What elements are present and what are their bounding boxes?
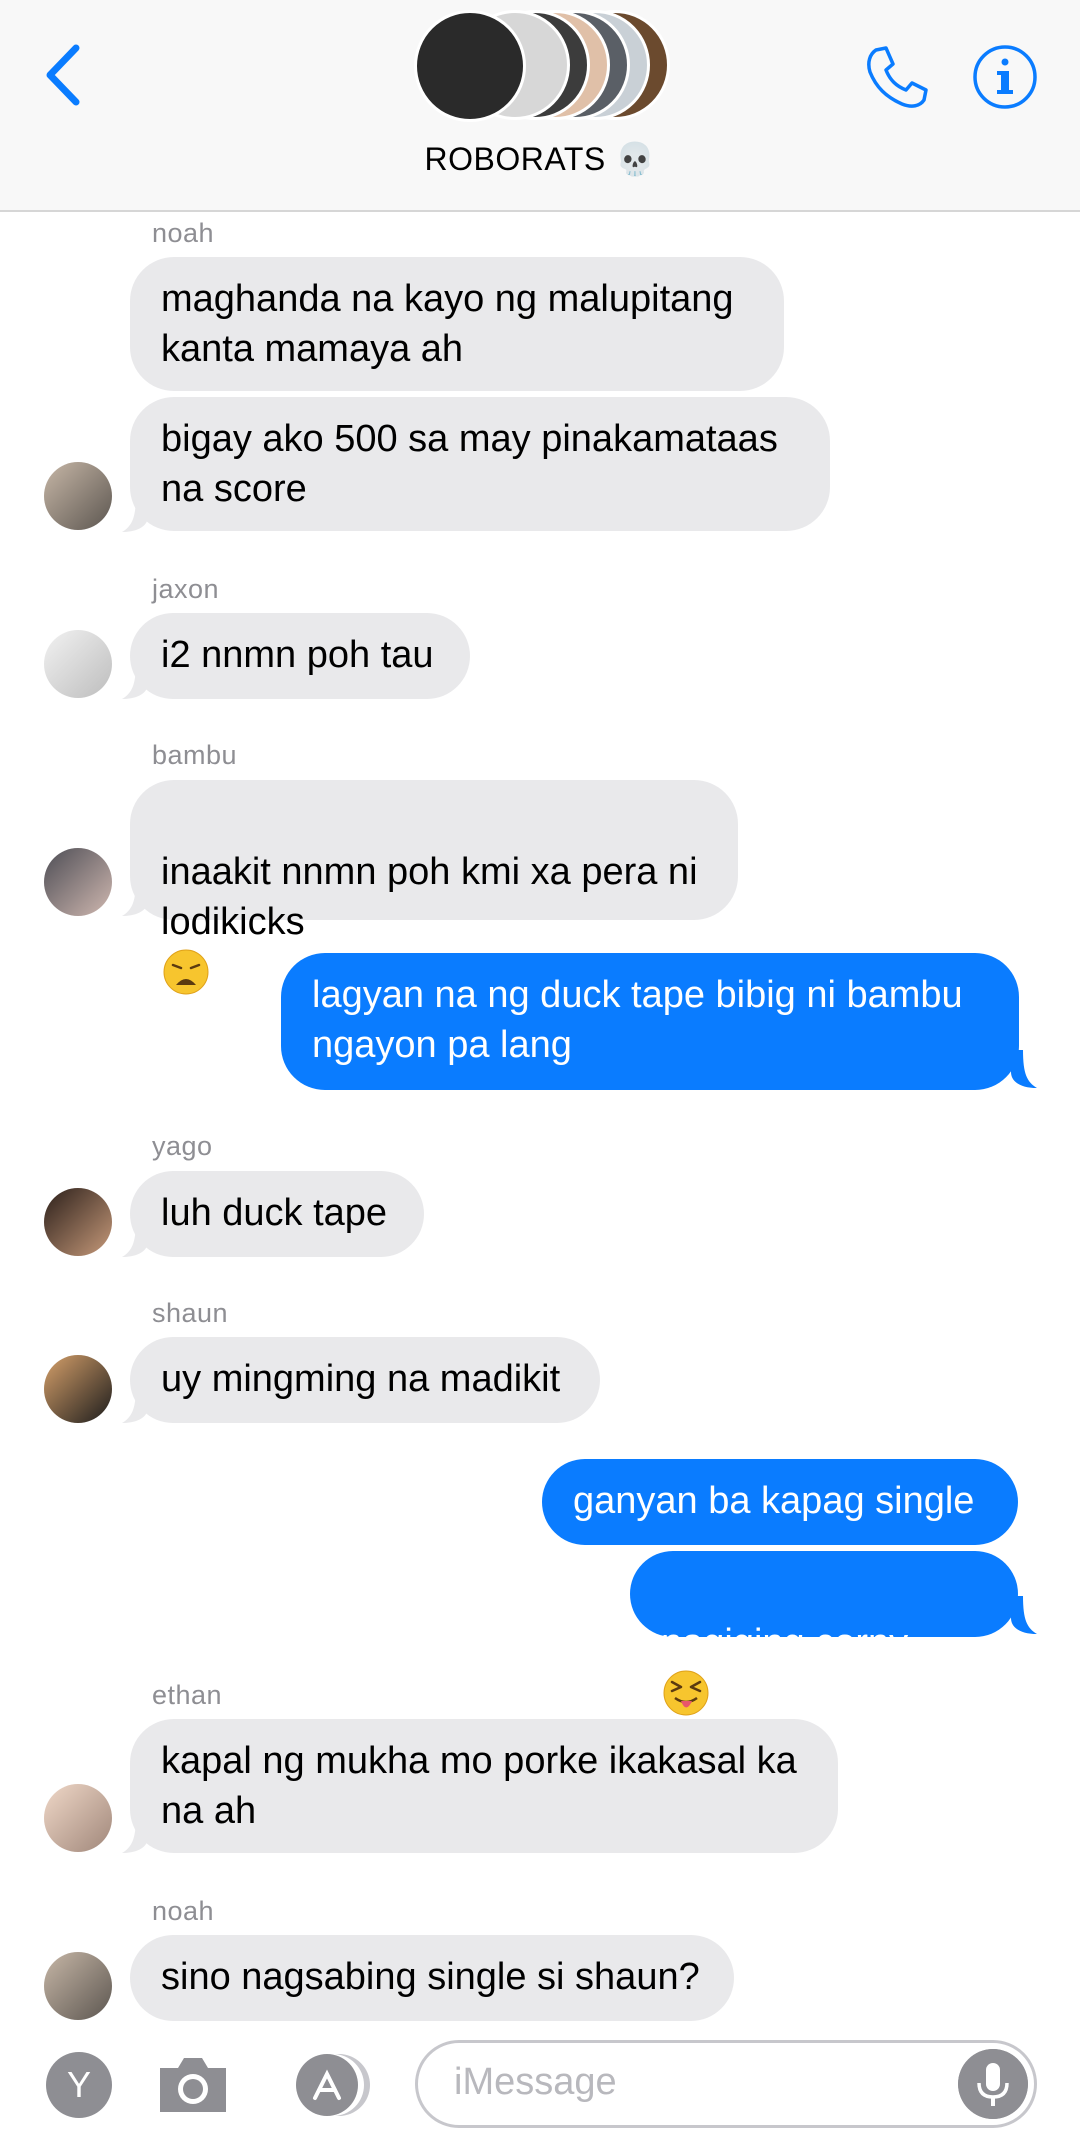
sender-name: ethan [152,1680,223,1710]
bubble-tail [122,661,148,699]
sender-name: noah [152,218,215,248]
outgoing-message[interactable]: nagiging corny [630,1551,1018,1716]
microphone-icon[interactable] [958,2049,1028,2119]
squinting-tongue-face-emoji [663,1670,709,1716]
incoming-message[interactable]: bigay ako 500 sa may pinakamataas na sco… [130,397,830,531]
message-input[interactable]: iMessage [415,2040,1037,2128]
avatar-yago[interactable] [44,1188,112,1256]
avatar-noah[interactable] [44,1952,112,2020]
avatar-noah[interactable] [44,462,112,530]
avatar-shaun[interactable] [44,1355,112,1423]
sender-name: shaun [152,1298,229,1328]
camera-icon[interactable] [154,2052,232,2118]
incoming-message[interactable]: kapal ng mukha mo porke ikakasal ka na a… [130,1719,838,1853]
sender-name: jaxon [152,574,220,604]
bubble-tail [122,878,148,916]
conversation-header: ROBORATS 💀 [0,0,1080,212]
apps-button[interactable]: Y [46,2052,112,2118]
incoming-message[interactable]: luh duck tape [130,1171,424,1257]
phone-icon[interactable] [862,42,932,112]
info-icon[interactable] [970,42,1040,112]
bubble-tail [122,1385,148,1423]
incoming-message[interactable]: maghanda na kayo ng malupitang kanta mam… [130,257,784,391]
bubble-tail [122,1815,148,1853]
message-input-placeholder: iMessage [454,2061,617,2103]
incoming-message[interactable]: i2 nnmn poh tau [130,613,470,699]
incoming-message[interactable]: inaakit nnmn poh kmi xa pera ni lodikick… [130,780,738,995]
group-avatar-stack[interactable] [410,10,670,125]
composer-bar: Y iMessage [0,2030,1080,2137]
avatar-bambu[interactable] [44,848,112,916]
message-text: inaakit nnmn poh kmi xa pera ni lodikick… [161,851,698,943]
weary-face-emoji [163,949,209,995]
incoming-message[interactable]: uy mingming na madikit [130,1337,600,1423]
outgoing-message[interactable]: lagyan na ng duck tape bibig ni bambu ng… [281,953,1019,1090]
bubble-tail [1011,1596,1037,1634]
bubble-tail [122,1219,148,1257]
chevron-left-icon[interactable] [38,40,88,110]
avatar-ethan[interactable] [44,1784,112,1852]
sender-name: noah [152,1896,215,1926]
group-title[interactable]: ROBORATS 💀 [0,140,1080,178]
outgoing-message[interactable]: ganyan ba kapag single [542,1459,1018,1545]
avatar-jaxon[interactable] [44,630,112,698]
sender-name: yago [152,1131,213,1161]
message-text: nagiging corny [661,1622,909,1664]
sender-name: bambu [152,740,238,770]
app-store-icon[interactable] [283,2052,373,2118]
bubble-tail [122,494,148,532]
bubble-tail [1011,1050,1037,1088]
incoming-message[interactable]: sino nagsabing single si shaun? [130,1935,734,2021]
